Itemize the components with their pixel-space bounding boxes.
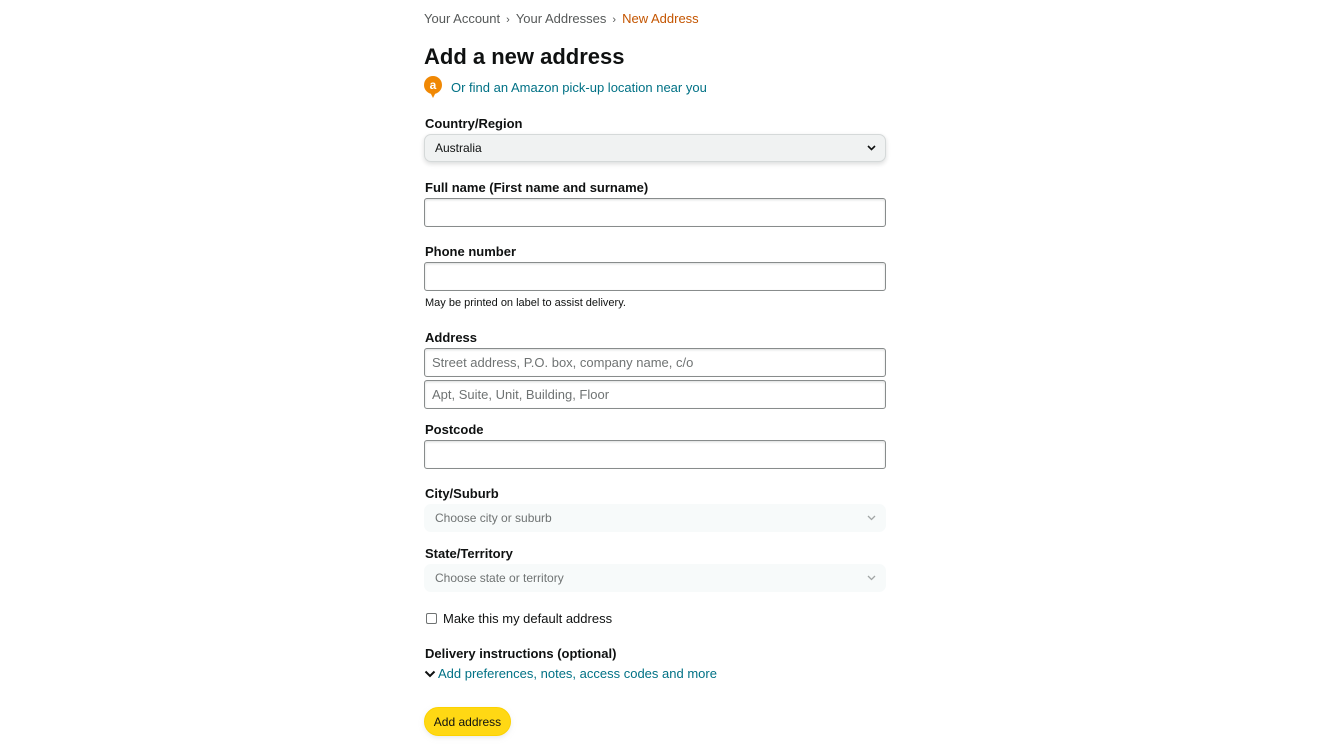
pickup-location-row: a Or find an Amazon pick-up location nea… (424, 76, 707, 98)
chevron-down-icon (867, 144, 876, 152)
address-label: Address (425, 330, 478, 345)
city-select-placeholder: Choose city or suburb (435, 511, 552, 525)
default-address-checkbox[interactable] (426, 613, 437, 624)
state-select[interactable]: Choose state or territory (424, 564, 886, 592)
chevron-down-icon (867, 574, 876, 582)
phone-hint: May be printed on label to assist delive… (425, 297, 626, 309)
state-select-placeholder: Choose state or territory (435, 571, 564, 585)
delivery-instructions-expander[interactable]: Add preferences, notes, access codes and… (424, 666, 717, 681)
breadcrumb: Your Account › Your Addresses › New Address (424, 11, 699, 26)
address-line1-input[interactable] (424, 348, 886, 377)
country-select-value: Australia (435, 141, 482, 155)
address-line2-input[interactable] (424, 380, 886, 409)
full-name-label: Full name (First name and surname) (425, 180, 649, 195)
country-select[interactable]: Australia (424, 134, 886, 162)
full-name-input[interactable] (424, 198, 886, 227)
pickup-location-link[interactable]: Or find an Amazon pick-up location near … (451, 80, 707, 95)
breadcrumb-your-addresses[interactable]: Your Addresses (516, 11, 607, 26)
state-label: State/Territory (425, 546, 513, 561)
city-label: City/Suburb (425, 486, 499, 501)
chevron-down-icon (424, 669, 436, 679)
location-pin-icon: a (424, 76, 442, 98)
chevron-down-icon (867, 514, 876, 522)
breadcrumb-current: New Address (622, 11, 699, 26)
postcode-label: Postcode (425, 422, 484, 437)
add-address-button[interactable]: Add address (424, 707, 511, 736)
breadcrumb-separator: › (612, 14, 617, 26)
phone-label: Phone number (425, 244, 517, 259)
postcode-input[interactable] (424, 440, 886, 469)
pin-letter: a (424, 76, 442, 94)
default-address-row[interactable]: Make this my default address (426, 611, 612, 626)
page-title: Add a new address (424, 44, 625, 69)
delivery-instructions-label: Delivery instructions (optional) (425, 646, 617, 661)
delivery-instructions-link[interactable]: Add preferences, notes, access codes and… (438, 666, 717, 681)
breadcrumb-separator: › (506, 14, 510, 26)
default-address-label: Make this my default address (443, 611, 613, 626)
phone-input[interactable] (424, 262, 886, 291)
city-select[interactable]: Choose city or suburb (424, 504, 886, 532)
breadcrumb-your-account[interactable]: Your Account (424, 11, 500, 26)
country-label: Country/Region (425, 116, 523, 131)
